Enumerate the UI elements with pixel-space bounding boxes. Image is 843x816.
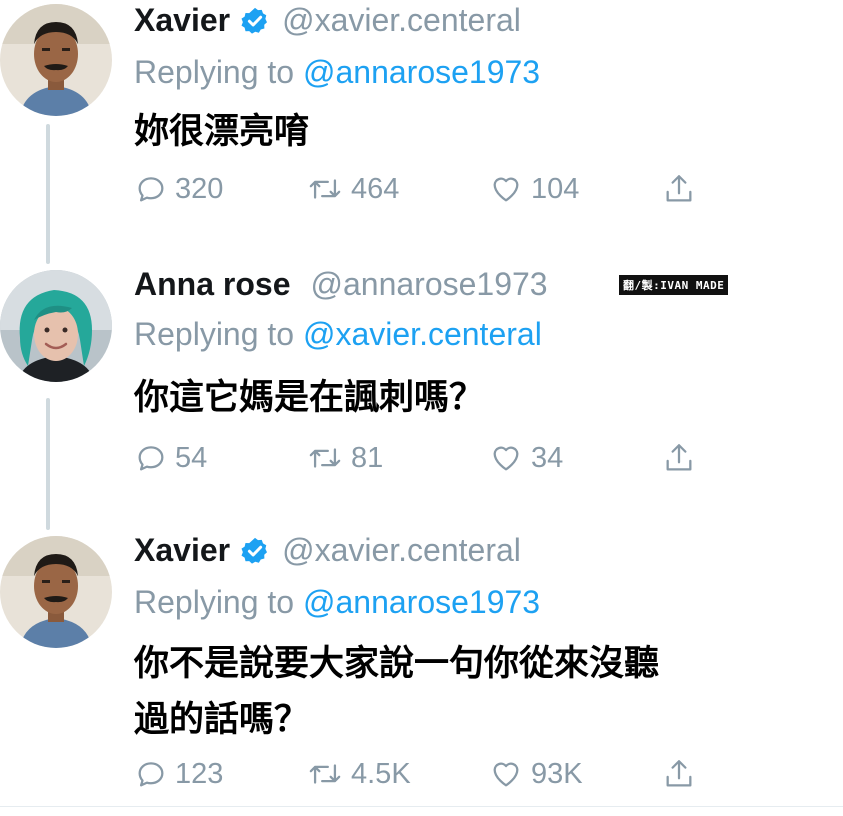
like-count: 34 xyxy=(531,441,564,474)
replying-to-label: Replying to xyxy=(134,316,303,352)
author-name[interactable]: Xavier xyxy=(134,532,230,569)
speech-bubble-icon xyxy=(138,446,164,471)
replying-to-label: Replying to xyxy=(134,584,303,620)
retweet-count: 464 xyxy=(351,172,400,205)
tweet-text: 妳很漂亮唷 xyxy=(134,112,310,152)
like-button[interactable]: 104 xyxy=(488,172,579,206)
replying-to-label: Replying to xyxy=(134,54,303,90)
tweet-header: Anna rose @annarose1973 xyxy=(134,266,548,303)
thread-connector-line xyxy=(46,398,50,530)
verified-badge-icon xyxy=(240,6,270,36)
reply-button[interactable]: 54 xyxy=(134,441,207,475)
like-count: 93K xyxy=(531,757,583,790)
like-button[interactable]: 93K xyxy=(488,757,583,791)
credit-watermark: 翻/製:IVAN MADE xyxy=(619,275,729,295)
speech-bubble-icon xyxy=(138,177,164,202)
reply-count: 123 xyxy=(175,757,224,790)
retweet-button[interactable]: 81 xyxy=(306,441,383,475)
author-name[interactable]: Xavier xyxy=(134,2,230,39)
tweet-text-line: 過的話嗎？ xyxy=(134,700,310,740)
share-button[interactable] xyxy=(662,172,696,206)
share-button[interactable] xyxy=(662,441,696,475)
avatar[interactable] xyxy=(0,270,112,382)
tweet-header: Xavier @xavier.centeral xyxy=(134,532,521,569)
retweet-arrows-icon xyxy=(309,448,341,468)
like-count: 104 xyxy=(531,172,580,205)
reply-count: 320 xyxy=(175,172,224,205)
xavier-avatar-image xyxy=(0,536,112,648)
replying-to-line: Replying to @annarose1973 xyxy=(134,584,540,621)
replying-to-line: Replying to @annarose1973 xyxy=(134,54,540,91)
share-upload-icon xyxy=(666,760,692,787)
tweet-text: 你這它媽是在諷刺嗎？ xyxy=(134,378,485,418)
like-button[interactable]: 34 xyxy=(488,441,563,475)
tweet-text: 你不是說要大家說一句你從來沒聽 過的話嗎？ xyxy=(134,636,824,748)
retweet-arrows-icon xyxy=(309,179,341,199)
replying-to-mention[interactable]: @xavier.centeral xyxy=(303,316,542,352)
tweet[interactable]: Xavier @xavier.centeral Replying to @ann… xyxy=(0,0,843,230)
replying-to-mention[interactable]: @annarose1973 xyxy=(303,54,540,90)
author-handle[interactable]: @xavier.centeral xyxy=(282,2,521,39)
reply-button[interactable]: 123 xyxy=(134,757,223,791)
replying-to-line: Replying to @xavier.centeral xyxy=(134,316,542,353)
author-name[interactable]: Anna rose xyxy=(134,266,290,303)
author-handle[interactable]: @annarose1973 xyxy=(310,266,547,303)
retweet-button[interactable]: 4.5K xyxy=(306,757,411,791)
verified-badge-icon xyxy=(240,536,270,566)
retweet-button[interactable]: 464 xyxy=(306,172,399,206)
anna-avatar-image xyxy=(0,270,112,382)
reply-button[interactable]: 320 xyxy=(134,172,223,206)
share-upload-icon xyxy=(666,444,692,471)
heart-icon xyxy=(493,446,519,471)
heart-icon xyxy=(493,177,519,202)
share-button[interactable] xyxy=(662,757,696,791)
speech-bubble-icon xyxy=(138,762,164,787)
retweet-count: 4.5K xyxy=(351,757,411,790)
share-upload-icon xyxy=(666,175,692,202)
xavier-avatar-image xyxy=(0,4,112,116)
retweet-arrows-icon xyxy=(309,764,341,784)
tweet-text-line: 你不是說要大家說一句你從來沒聽 xyxy=(134,644,660,684)
avatar[interactable] xyxy=(0,536,112,648)
tweet-header: Xavier @xavier.centeral xyxy=(134,2,521,39)
author-handle[interactable]: @xavier.centeral xyxy=(282,532,521,569)
replying-to-mention[interactable]: @annarose1973 xyxy=(303,584,540,620)
divider xyxy=(0,806,843,807)
avatar[interactable] xyxy=(0,4,112,116)
retweet-count: 81 xyxy=(351,441,384,474)
reply-count: 54 xyxy=(175,441,208,474)
heart-icon xyxy=(493,762,519,787)
